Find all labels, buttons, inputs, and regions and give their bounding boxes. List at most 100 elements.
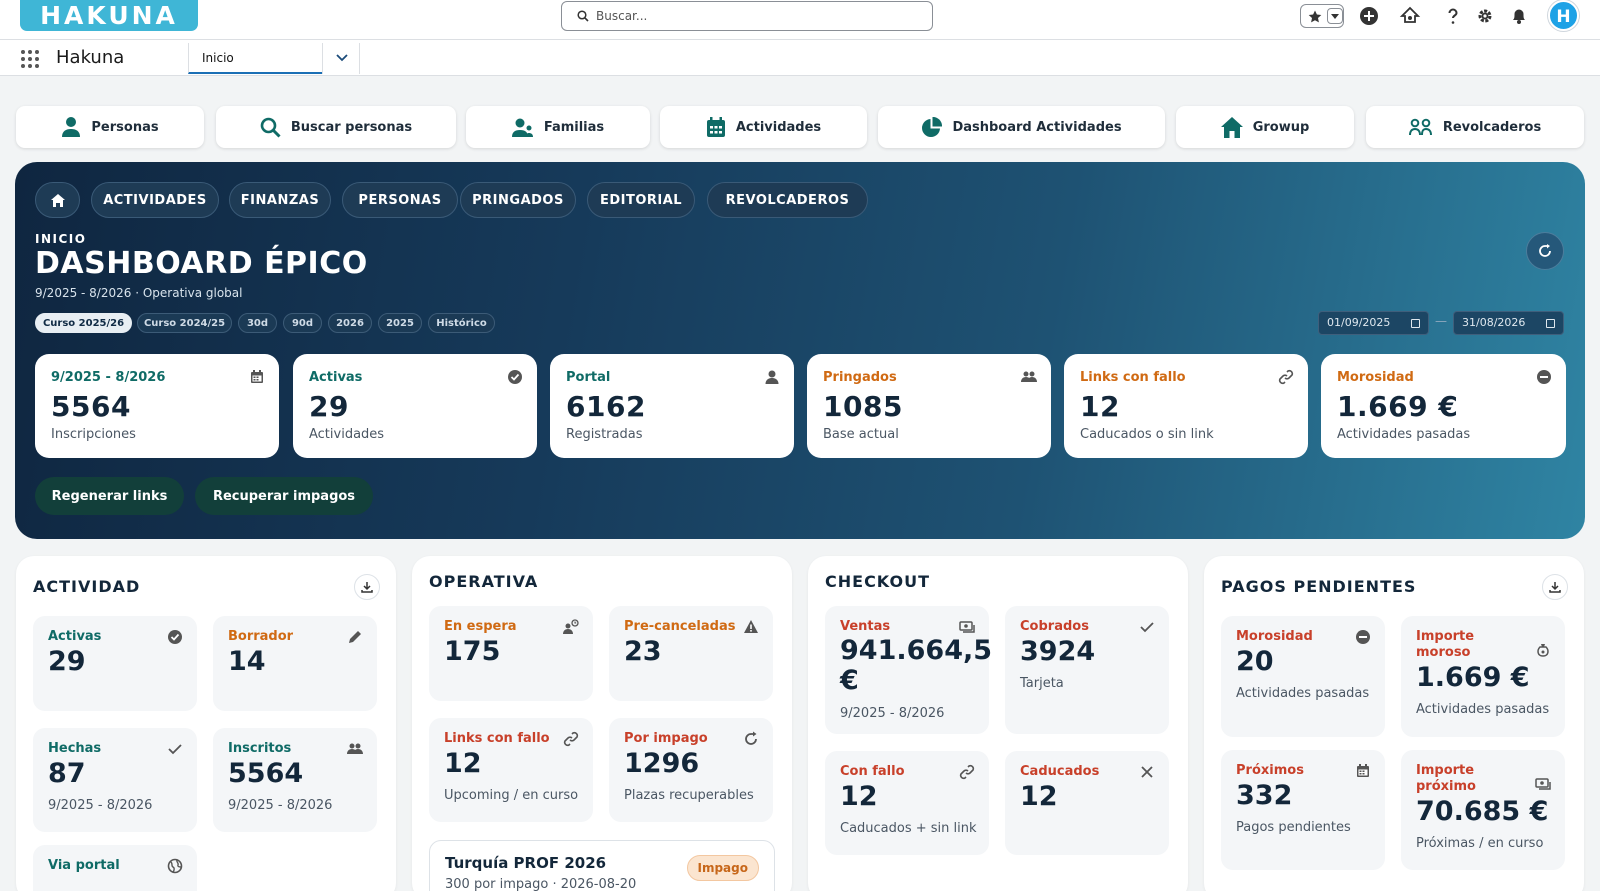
kpi-value: 29 bbox=[309, 390, 349, 423]
quicklink-familias[interactable]: Familias bbox=[466, 106, 650, 148]
card-por-impago[interactable]: Por impago 1296 Plazas recuperables bbox=[609, 718, 773, 822]
chip-curso-2025-26[interactable]: Curso 2025/26 bbox=[35, 313, 132, 333]
card-inscritos[interactable]: Inscritos 5564 9/2025 - 8/2026 bbox=[213, 728, 377, 832]
kpi-links-fallo[interactable]: Links con fallo 12 Caducados o sin link bbox=[1064, 354, 1308, 458]
home-icon bbox=[50, 193, 65, 207]
date-to-input[interactable]: 31/08/2026 bbox=[1453, 311, 1564, 335]
pill-editorial[interactable]: EDITORIAL bbox=[587, 182, 695, 218]
card-value: 3924 bbox=[1020, 636, 1096, 667]
pill-actividades[interactable]: ACTIVIDADES bbox=[91, 182, 219, 218]
calendar-icon bbox=[1357, 764, 1369, 777]
tab-inicio[interactable]: Inicio bbox=[188, 43, 322, 74]
card-title: Importe moroso bbox=[1416, 629, 1475, 660]
tab-menu-button[interactable] bbox=[322, 43, 360, 74]
check-icon bbox=[168, 744, 182, 755]
card-via-portal[interactable]: Via portal bbox=[33, 845, 197, 891]
quicklink-label: Growup bbox=[1252, 119, 1310, 135]
card-value: 332 bbox=[1236, 780, 1293, 811]
favorites-dropdown[interactable] bbox=[1327, 8, 1343, 24]
quicklink-actividades[interactable]: Actividades bbox=[660, 106, 867, 148]
card-value: 1296 bbox=[624, 748, 700, 779]
pill-personas[interactable]: PERSONAS bbox=[342, 182, 458, 218]
kpi-title: Portal bbox=[566, 370, 611, 385]
quicklink-label: Actividades bbox=[735, 119, 822, 135]
quicklink-buscar-personas[interactable]: Buscar personas bbox=[216, 106, 456, 148]
chip-90d[interactable]: 90d bbox=[283, 313, 322, 333]
chip-2025[interactable]: 2025 bbox=[378, 313, 422, 333]
card-title: Links con fallo bbox=[444, 731, 550, 746]
favorites-toggle[interactable] bbox=[1300, 4, 1344, 28]
calendar-icon bbox=[1411, 319, 1420, 328]
chip-curso-2024-25[interactable]: Curso 2024/25 bbox=[137, 313, 232, 333]
home-pill[interactable] bbox=[35, 182, 80, 218]
chip-2026[interactable]: 2026 bbox=[328, 313, 372, 333]
card-sub: 9/2025 - 8/2026 bbox=[228, 798, 333, 813]
search-icon bbox=[260, 117, 281, 138]
home-icon bbox=[1220, 116, 1243, 138]
card-links-fallo[interactable]: Links con fallo 12 Upcoming / en curso bbox=[429, 718, 593, 822]
quicklink-revolcaderos[interactable]: Revolcaderos bbox=[1366, 106, 1584, 148]
card-activas[interactable]: Activas 29 bbox=[33, 616, 197, 711]
card-importe-proximo[interactable]: Importe próximo 70.685 € Próximas / en c… bbox=[1401, 750, 1565, 870]
chip-30d[interactable]: 30d bbox=[238, 313, 277, 333]
quicklink-label: Buscar personas bbox=[290, 119, 413, 135]
card-value: 23 bbox=[624, 636, 662, 667]
help-icon[interactable] bbox=[1442, 5, 1464, 27]
card-proximos[interactable]: Próximos 332 Pagos pendientes bbox=[1221, 750, 1385, 870]
kpi-morosidad[interactable]: Morosidad 1.669 € Actividades pasadas bbox=[1321, 354, 1566, 458]
person-icon bbox=[765, 370, 779, 384]
global-search[interactable] bbox=[561, 1, 933, 31]
card-morosidad[interactable]: Morosidad 20 Actividades pasadas bbox=[1221, 616, 1385, 737]
card-title: Con fallo bbox=[840, 764, 905, 779]
chip-historico[interactable]: Histórico bbox=[428, 313, 495, 333]
card-title: Importe próximo bbox=[1416, 763, 1476, 794]
event-item[interactable]: Turquía PROF 2026 300 por impago · 2026-… bbox=[429, 840, 775, 891]
card-title: Activas bbox=[48, 629, 102, 644]
search-input[interactable] bbox=[596, 6, 916, 26]
pill-revolcaderos[interactable]: REVOLCADEROS bbox=[707, 182, 868, 218]
gear-icon[interactable] bbox=[1474, 5, 1496, 27]
quicklink-growup[interactable]: Growup bbox=[1176, 106, 1354, 148]
pill-finanzas[interactable]: FINANZAS bbox=[229, 182, 331, 218]
link-icon bbox=[959, 764, 975, 780]
add-circle-icon[interactable] bbox=[1358, 5, 1380, 27]
refresh-button[interactable] bbox=[1526, 232, 1564, 270]
hakuna-logo[interactable]: HAKUNA bbox=[20, 0, 198, 31]
kpi-portal[interactable]: Portal 6162 Registradas bbox=[550, 354, 794, 458]
kpi-pringados[interactable]: Pringados 1085 Base actual bbox=[807, 354, 1051, 458]
kpi-inscripciones[interactable]: 9/2025 - 8/2026 5564 Inscripciones bbox=[35, 354, 279, 458]
download-button[interactable] bbox=[1542, 574, 1568, 600]
pill-pringados[interactable]: PRINGADOS bbox=[460, 182, 576, 218]
card-title: Cobrados bbox=[1020, 619, 1089, 634]
kpi-title: Morosidad bbox=[1337, 370, 1414, 385]
person-icon bbox=[62, 117, 81, 137]
quicklink-personas[interactable]: Personas bbox=[16, 106, 204, 148]
card-hechas[interactable]: Hechas 87 9/2025 - 8/2026 bbox=[33, 728, 197, 832]
card-en-espera[interactable]: En espera 175 bbox=[429, 606, 593, 701]
kpi-activas[interactable]: Activas 29 Actividades bbox=[293, 354, 537, 458]
kpi-value: 12 bbox=[1080, 390, 1120, 423]
app-launcher-icon[interactable] bbox=[20, 49, 40, 69]
card-value: 175 bbox=[444, 636, 501, 667]
card-borrador[interactable]: Borrador 14 bbox=[213, 616, 377, 711]
apps-cloud-icon[interactable] bbox=[1399, 5, 1421, 27]
card-title: Borrador bbox=[228, 629, 294, 644]
recuperar-impagos-button[interactable]: Recuperar impagos bbox=[195, 477, 373, 515]
chevron-down-icon bbox=[336, 54, 348, 62]
quicklink-dashboard-actividades[interactable]: Dashboard Actividades bbox=[878, 106, 1165, 148]
panel-actividad: ACTIVIDAD Activas 29 Borrador 14 Hechas … bbox=[16, 556, 396, 891]
date-from-input[interactable]: 01/09/2025 bbox=[1318, 311, 1429, 335]
card-con-fallo[interactable]: Con fallo 12 Caducados + sin link bbox=[825, 751, 989, 855]
download-button[interactable] bbox=[354, 574, 380, 600]
card-importe-moroso[interactable]: Importe moroso 1.669 € Actividades pasad… bbox=[1401, 616, 1565, 737]
card-cobrados[interactable]: Cobrados 3924 Tarjeta bbox=[1005, 606, 1169, 734]
card-ventas[interactable]: Ventas 941.664,5 € 9/2025 - 8/2026 bbox=[825, 606, 992, 734]
event-title: Turquía PROF 2026 bbox=[445, 854, 607, 872]
card-sub: Actividades pasadas bbox=[1416, 702, 1550, 717]
money-icon bbox=[1535, 778, 1551, 790]
card-caducados[interactable]: Caducados 12 bbox=[1005, 751, 1169, 855]
user-avatar[interactable]: H bbox=[1548, 0, 1579, 31]
regenerar-links-button[interactable]: Regenerar links bbox=[35, 477, 184, 515]
bell-icon[interactable] bbox=[1508, 5, 1530, 27]
card-pre-canceladas[interactable]: Pre-canceladas 23 bbox=[609, 606, 773, 701]
